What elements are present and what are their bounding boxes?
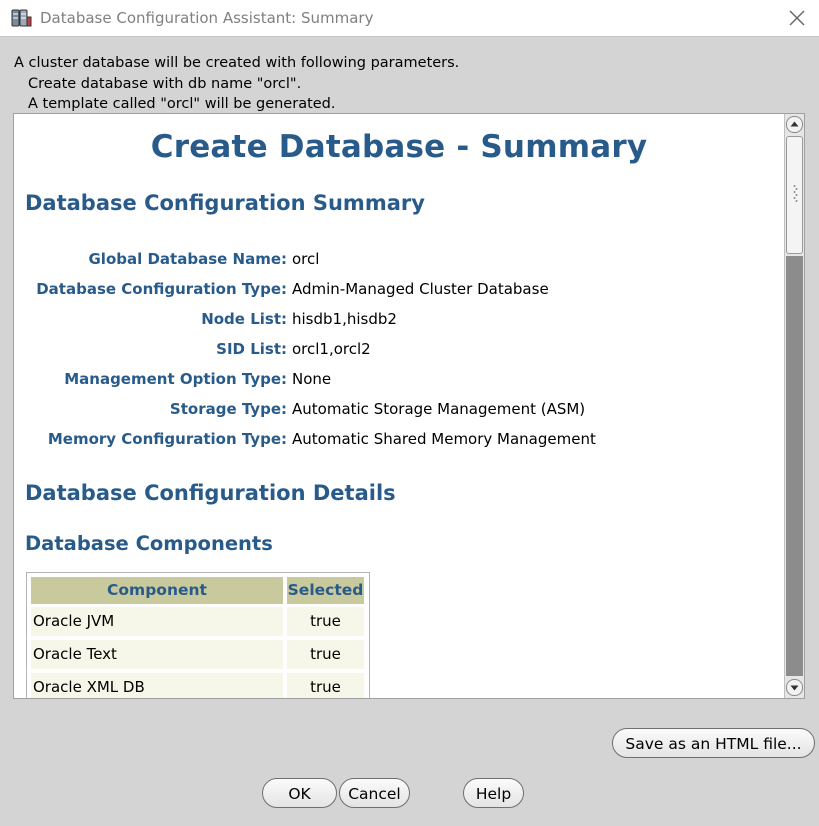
summary-value: Admin-Managed Cluster Database <box>292 280 549 298</box>
summary-value: Automatic Storage Management (ASM) <box>292 400 586 418</box>
table-cell-selected: true <box>287 640 364 669</box>
table-cell-component: Oracle XML DB <box>31 673 283 698</box>
summary-value: orcl <box>292 250 320 268</box>
summary-heading: Database Configuration Summary <box>25 191 425 215</box>
table-cell-selected: true <box>287 607 364 636</box>
summary-value: orcl1,orcl2 <box>292 340 371 358</box>
arrow-up-icon <box>790 121 799 127</box>
summary-value: None <box>292 370 332 388</box>
summary-report-pane[interactable]: Create Database - Summary Database Confi… <box>13 113 805 699</box>
summary-row: Global Database Name: orcl <box>14 250 784 272</box>
summary-label: Database Configuration Type: <box>36 280 287 298</box>
summary-value: hisdb1,hisdb2 <box>292 310 397 328</box>
summary-row: Memory Configuration Type: Automatic Sha… <box>14 430 784 452</box>
summary-row: SID List: orcl1,orcl2 <box>14 340 784 362</box>
scroll-down-button[interactable] <box>786 679 803 696</box>
save-as-html-button[interactable]: Save as an HTML file... <box>612 728 815 758</box>
table-cell-selected: true <box>287 673 364 698</box>
summary-label: Memory Configuration Type: <box>47 430 287 448</box>
components-table: Component Selected Oracle JVM true Oracl… <box>26 572 370 698</box>
intro-line: A cluster database will be created with … <box>14 55 460 71</box>
details-heading: Database Configuration Details <box>25 481 396 505</box>
components-heading: Database Components <box>25 532 273 555</box>
vertical-scrollbar[interactable] <box>784 114 804 698</box>
scroll-up-button[interactable] <box>786 116 803 133</box>
summary-row: Management Option Type: None <box>14 370 784 392</box>
summary-label: Global Database Name: <box>88 250 287 268</box>
intro-line: Create database with db name "orcl". <box>28 75 302 92</box>
summary-value: Automatic Shared Memory Management <box>292 430 596 448</box>
arrow-down-icon <box>790 685 799 691</box>
summary-label: Management Option Type: <box>64 370 287 388</box>
intro-line: A template called "orcl" will be generat… <box>28 96 336 112</box>
summary-row: Storage Type: Automatic Storage Manageme… <box>14 400 784 422</box>
close-icon[interactable] <box>785 6 809 30</box>
intro-text: A cluster database will be created with … <box>14 53 459 115</box>
scroll-thumb[interactable] <box>786 136 803 254</box>
ok-button[interactable]: OK <box>262 778 337 808</box>
summary-label: SID List: <box>216 340 287 358</box>
report-title: Create Database - Summary <box>150 129 648 165</box>
summary-label: Node List: <box>201 310 287 328</box>
table-cell-component: Oracle JVM <box>31 607 283 636</box>
help-button[interactable]: Help <box>463 778 524 808</box>
column-header-selected: Selected <box>287 577 364 604</box>
summary-label: Storage Type: <box>169 400 287 418</box>
grip-icon <box>793 185 798 202</box>
scroll-track[interactable] <box>786 256 803 676</box>
database-app-icon <box>11 9 32 27</box>
table-cell-component: Oracle Text <box>31 640 283 669</box>
summary-row: Node List: hisdb1,hisdb2 <box>14 310 784 332</box>
cancel-button[interactable]: Cancel <box>339 778 410 808</box>
summary-row: Database Configuration Type: Admin-Manag… <box>14 280 784 302</box>
title-bar: Database Configuration Assistant: Summar… <box>0 0 819 37</box>
window-title: Database Configuration Assistant: Summar… <box>40 9 374 27</box>
column-header-component: Component <box>31 577 283 604</box>
